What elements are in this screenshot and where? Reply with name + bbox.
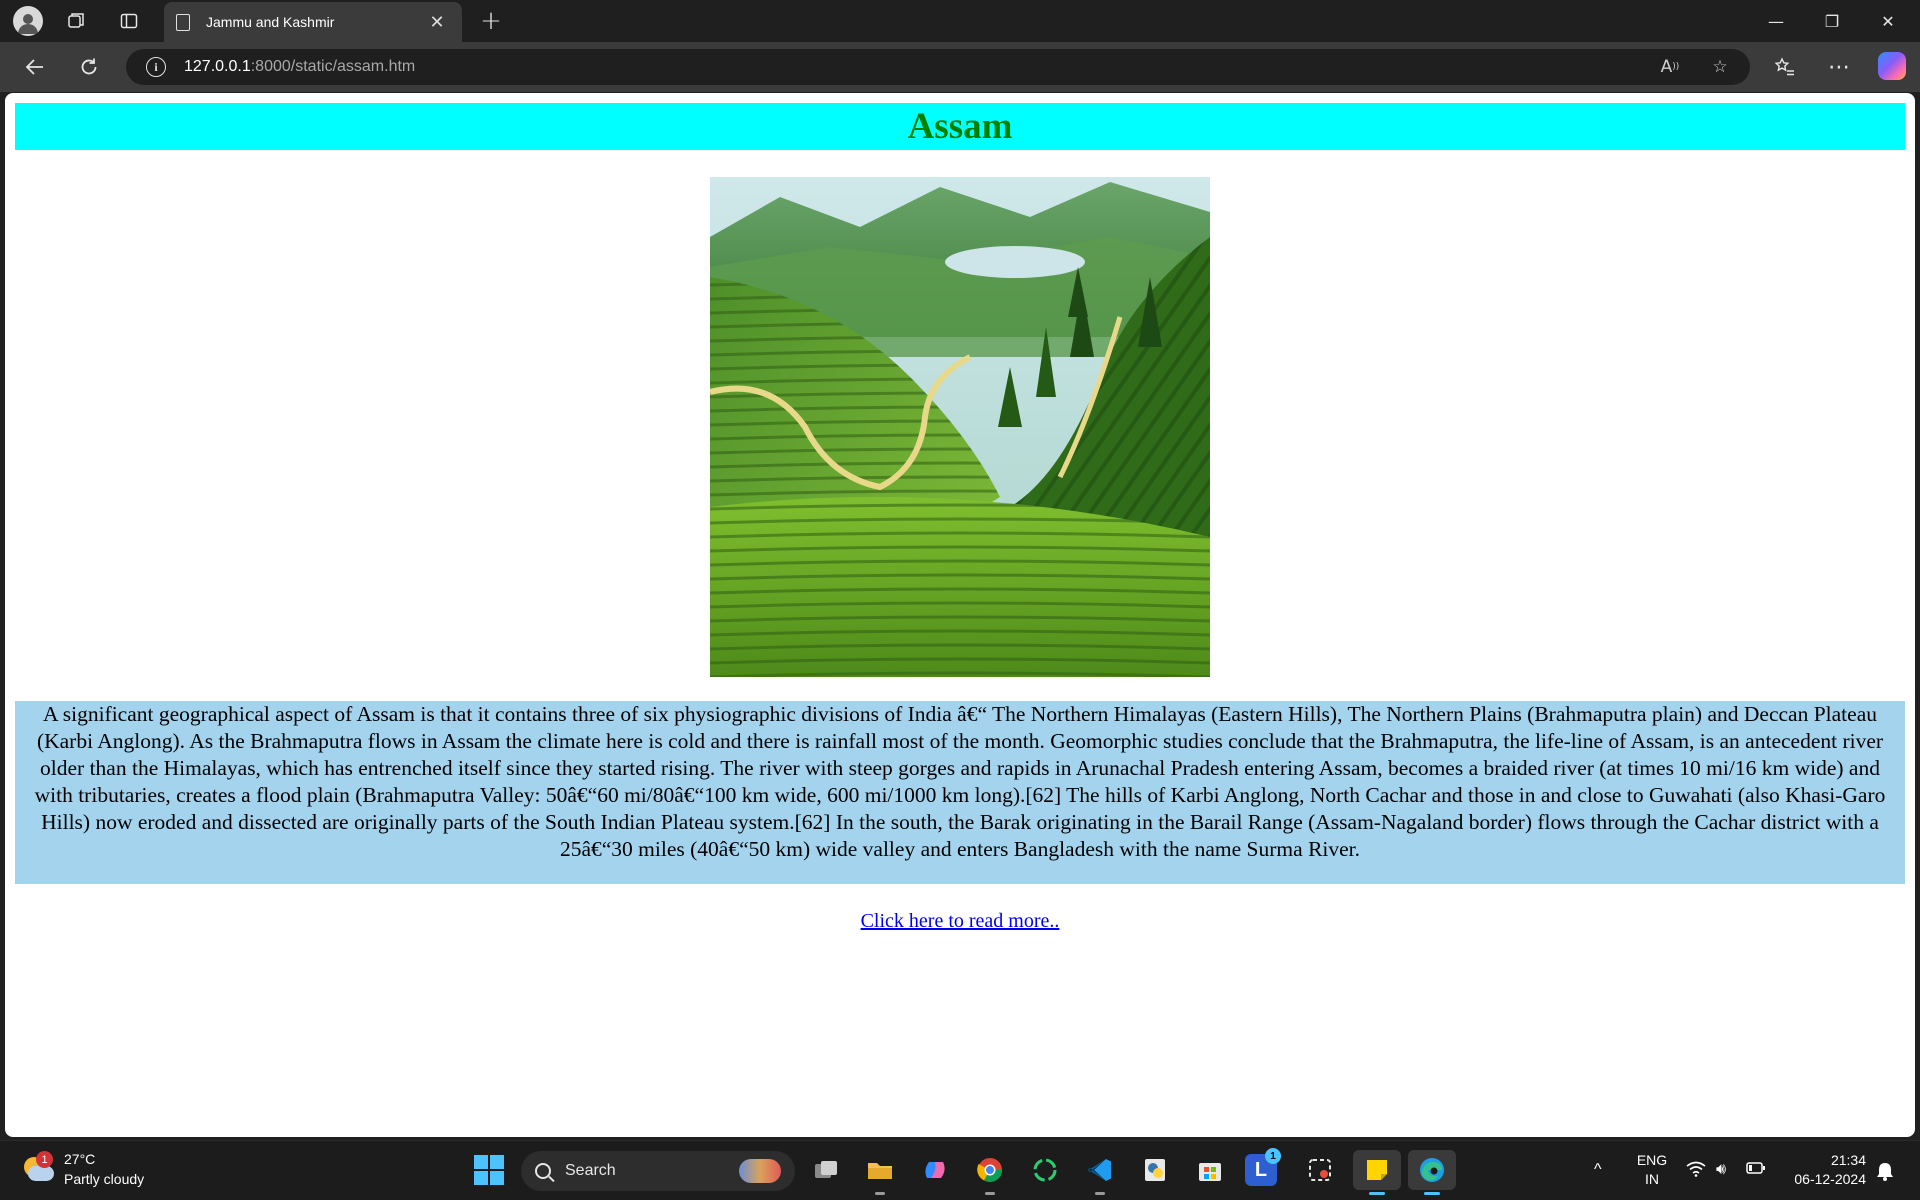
read-more-link[interactable]: Click here to read more.. bbox=[861, 910, 1060, 932]
favorites-button[interactable] bbox=[1768, 51, 1802, 83]
favorite-star-icon[interactable]: ☆ bbox=[1706, 53, 1734, 81]
partly-cloudy-icon: 1 bbox=[22, 1151, 56, 1185]
more-menu-button[interactable]: ⋯ bbox=[1822, 51, 1856, 83]
python-icon[interactable] bbox=[1135, 1150, 1175, 1190]
back-button[interactable] bbox=[18, 51, 52, 83]
browser-toolbar: i 127.0.0.1:8000/static/assam.htm A)) ☆ … bbox=[0, 42, 1920, 92]
refresh-app-icon[interactable] bbox=[1025, 1150, 1065, 1190]
notification-bell-icon[interactable] bbox=[1876, 1161, 1894, 1186]
reload-icon bbox=[81, 58, 97, 75]
language-indicator[interactable]: ENG IN bbox=[1634, 1151, 1670, 1189]
wifi-icon[interactable] bbox=[1686, 1161, 1706, 1182]
sticky-notes-icon[interactable] bbox=[1353, 1150, 1401, 1195]
weather-description: Partly cloudy bbox=[64, 1171, 145, 1187]
minimize-button[interactable]: — bbox=[1748, 0, 1804, 42]
volume-icon[interactable]: 🔊︎ bbox=[1716, 1161, 1726, 1179]
profile-button[interactable] bbox=[12, 5, 44, 37]
back-arrow-icon bbox=[25, 59, 43, 75]
profile-avatar-icon bbox=[13, 6, 43, 36]
app-notification-badge: 1 bbox=[1265, 1148, 1281, 1164]
read-aloud-icon[interactable]: A)) bbox=[1656, 53, 1684, 81]
workspaces-icon bbox=[68, 13, 84, 28]
reload-button[interactable] bbox=[72, 51, 106, 83]
show-hidden-icons-chevron-icon[interactable]: ^ bbox=[1594, 1161, 1602, 1179]
start-button[interactable] bbox=[474, 1155, 504, 1185]
search-label: Search bbox=[565, 1162, 616, 1179]
edge-icon[interactable] bbox=[1408, 1150, 1456, 1195]
site-info-icon[interactable]: i bbox=[146, 57, 166, 77]
language-code: ENG bbox=[1636, 1152, 1668, 1168]
search-icon bbox=[535, 1163, 551, 1179]
clock[interactable]: 21:34 06-12-2024 bbox=[1782, 1151, 1866, 1189]
weather-widget[interactable]: 1 27°C Partly cloudy bbox=[22, 1149, 144, 1189]
file-explorer-icon[interactable] bbox=[860, 1150, 900, 1195]
taskbar-search[interactable]: Search bbox=[521, 1151, 795, 1191]
tea-garden-image bbox=[710, 177, 1210, 677]
tab-actions-icon bbox=[120, 13, 138, 29]
snipping-tool-icon[interactable] bbox=[1300, 1150, 1340, 1190]
address-bar[interactable]: i 127.0.0.1:8000/static/assam.htm A)) ☆ bbox=[126, 49, 1750, 85]
teams-l-icon[interactable]: L 1 bbox=[1245, 1148, 1281, 1186]
page-heading: Assam bbox=[15, 103, 1905, 150]
close-window-button[interactable]: ✕ bbox=[1860, 0, 1916, 42]
page-viewport: Assam A significant geographical aspect … bbox=[5, 93, 1915, 1137]
vertical-tabs-button[interactable] bbox=[113, 5, 145, 37]
browser-tab-active[interactable]: Jammu and Kashmir ✕ bbox=[164, 2, 462, 42]
windows-taskbar: 1 27°C Partly cloudy Search L 1 ^ ENG IN… bbox=[0, 1140, 1920, 1200]
search-highlight-icon bbox=[739, 1159, 781, 1183]
battery-icon[interactable] bbox=[1746, 1161, 1766, 1180]
page-icon bbox=[176, 13, 190, 31]
tab-close-icon[interactable]: ✕ bbox=[424, 9, 450, 35]
read-more-container: Click here to read more.. bbox=[5, 910, 1915, 933]
region-code: IN bbox=[1645, 1171, 1659, 1187]
chrome-icon[interactable] bbox=[970, 1150, 1010, 1195]
tab-title: Jammu and Kashmir bbox=[206, 14, 335, 30]
clock-time: 21:34 bbox=[1830, 1152, 1866, 1168]
weather-badge: 1 bbox=[36, 1151, 53, 1168]
workspaces-button[interactable] bbox=[60, 5, 92, 37]
description-paragraph: A significant geographical aspect of Ass… bbox=[15, 701, 1905, 884]
url-path: :8000/static/assam.htm bbox=[250, 58, 416, 75]
copilot-app-icon[interactable] bbox=[915, 1150, 955, 1190]
favorites-list-icon bbox=[1774, 57, 1794, 76]
vscode-icon[interactable] bbox=[1080, 1150, 1120, 1195]
task-view-icon[interactable] bbox=[806, 1150, 846, 1190]
copilot-icon[interactable] bbox=[1878, 52, 1906, 80]
clock-date: 06-12-2024 bbox=[1794, 1171, 1866, 1187]
store-icon[interactable] bbox=[1190, 1150, 1230, 1190]
browser-tab-bar: Jammu and Kashmir ✕ + — ❐ ✕ bbox=[0, 0, 1920, 42]
new-tab-button[interactable]: + bbox=[474, 5, 508, 37]
url-host: 127.0.0.1 bbox=[184, 58, 251, 75]
restore-button[interactable]: ❐ bbox=[1804, 0, 1860, 42]
weather-temperature: 27°C bbox=[64, 1151, 96, 1167]
